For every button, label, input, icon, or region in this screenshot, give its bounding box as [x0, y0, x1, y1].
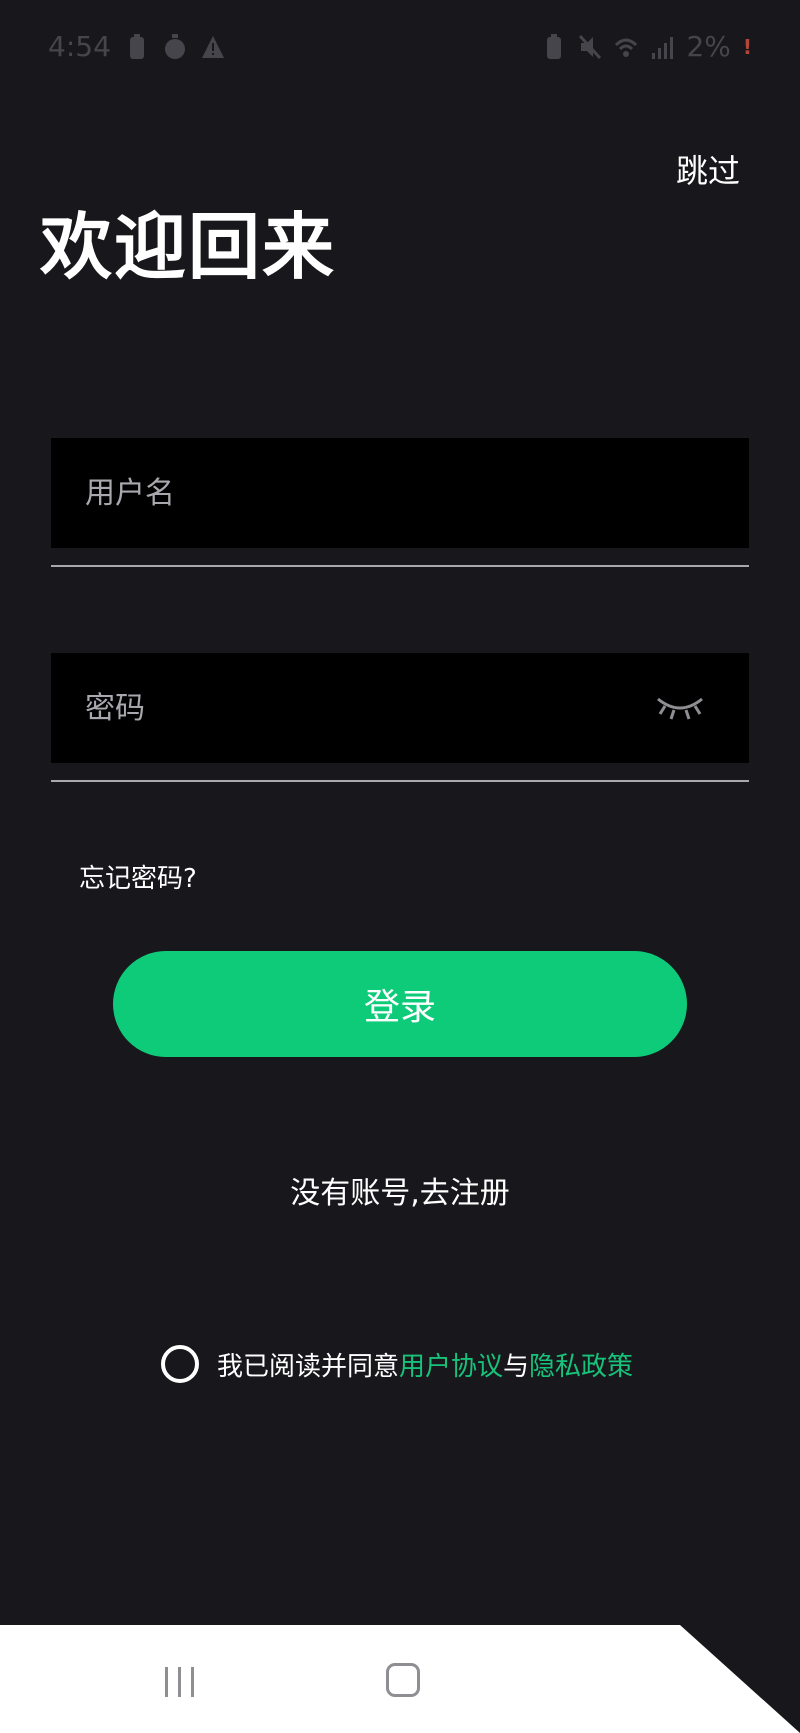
user-agreement-link[interactable]: 用户协议 — [399, 1346, 503, 1383]
skip-button[interactable]: 跳过 — [676, 146, 740, 192]
battery-percent: 2% — [686, 30, 731, 63]
password-input[interactable] — [85, 653, 645, 763]
username-input[interactable] — [85, 438, 645, 548]
login-button[interactable]: 登录 — [113, 951, 687, 1057]
battery-icon — [547, 33, 562, 59]
warning-icon — [201, 35, 224, 58]
eye-closed-icon[interactable] — [655, 691, 705, 721]
signal-icon — [652, 36, 674, 59]
wifi-icon — [615, 38, 638, 57]
status-right: 2% ! — [542, 30, 752, 63]
status-bar: 4:54 2% ! — [0, 0, 800, 92]
status-left: 4:54 — [48, 30, 225, 63]
mute-icon — [579, 34, 602, 59]
username-field-container — [51, 438, 749, 548]
agreement-prefix: 我已阅读并同意 — [217, 1351, 400, 1382]
register-link[interactable]: 没有账号,去注册 — [0, 1168, 800, 1212]
home-icon[interactable] — [386, 1663, 420, 1697]
recents-icon[interactable] — [162, 1665, 198, 1699]
password-field-container — [51, 653, 749, 763]
status-time: 4:54 — [48, 30, 111, 63]
username-underline — [51, 565, 749, 567]
battery-warning-icon: ! — [742, 34, 752, 59]
navigation-bar — [0, 1625, 800, 1733]
agreement-row: 我已阅读并同意 用户协议 与 隐私政策 — [161, 1345, 633, 1383]
battery-saver-icon — [129, 33, 144, 59]
privacy-policy-link[interactable]: 隐私政策 — [529, 1346, 633, 1383]
nav-bar-corner — [680, 1625, 800, 1733]
forgot-password-link[interactable]: 忘记密码? — [79, 858, 197, 895]
page-title: 欢迎回来 — [40, 205, 337, 289]
agreement-conjunction: 与 — [503, 1351, 530, 1382]
stopwatch-icon — [164, 33, 185, 59]
password-underline — [51, 780, 749, 782]
agreement-radio[interactable] — [161, 1345, 199, 1383]
